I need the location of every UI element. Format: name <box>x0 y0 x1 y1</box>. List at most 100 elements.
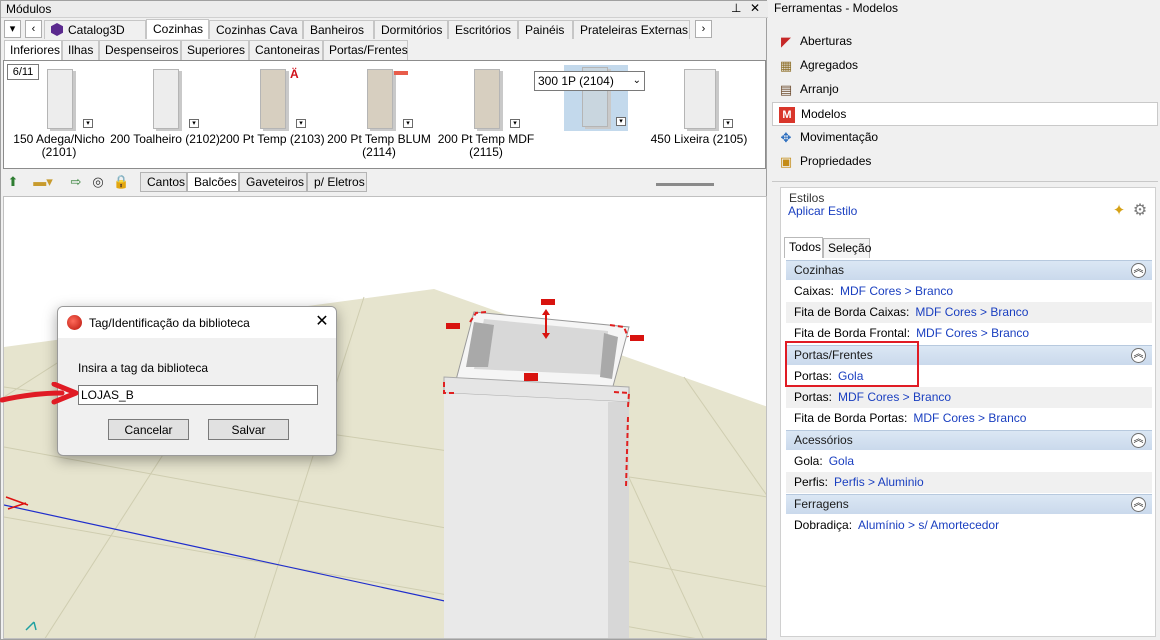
divider <box>772 181 1158 183</box>
gallery-item[interactable]: ▾ 150 Adega/Nicho (2101) <box>4 65 114 165</box>
tab-dormitorios[interactable]: Dormitórios <box>374 20 448 39</box>
tab-selecao[interactable]: Seleção <box>823 238 871 258</box>
arranjo-icon: ▤ <box>779 82 793 97</box>
tab-portas-frentes[interactable]: Portas/Frentes <box>323 40 408 60</box>
tab-despenseiros[interactable]: Despenseiros <box>99 40 181 60</box>
dialog-label: Insira a tag da biblioteca <box>78 361 209 375</box>
cabinet-thumbnail: ▾ <box>461 67 520 131</box>
cabinet-thumbnail: ▾ <box>354 67 413 131</box>
ruler-icon[interactable]: ▬▾ <box>31 174 55 190</box>
collapse-icon[interactable]: ︽ <box>1131 348 1146 363</box>
section-cozinhas[interactable]: Cozinhas ︽ <box>786 260 1152 280</box>
app-icon <box>67 315 82 330</box>
tool-modelos[interactable]: M Modelos <box>772 102 1158 126</box>
catalog-tabs: ▾ ‹ Catalog3D Cozinhas Cozinhas Cava Ban… <box>1 19 768 39</box>
catalog3d-icon <box>51 23 63 36</box>
dropdown-icon[interactable]: ▾ <box>510 119 520 128</box>
property-row[interactable]: Caixas: MDF Cores > Branco <box>786 281 1152 302</box>
dropdown-icon[interactable]: ▾ <box>189 119 199 128</box>
modules-panel-titlebar: Módulos ⊥ ✕ <box>1 1 768 18</box>
tab-banheiros[interactable]: Banheiros <box>303 20 374 39</box>
collapse-icon[interactable]: ︽ <box>1131 497 1146 512</box>
tab-cozinhas-cava[interactable]: Cozinhas Cava <box>209 20 303 39</box>
property-row[interactable]: Fita de Borda Portas: MDF Cores > Branco <box>786 408 1152 429</box>
tab-balcoes[interactable]: Balcões <box>187 172 239 192</box>
collapse-icon[interactable]: ︽ <box>1131 433 1146 448</box>
gallery-item[interactable]: ▾ 200 Pt Temp MDF (2115) <box>431 65 541 165</box>
cabinet-thumbnail: ▾ <box>674 67 733 131</box>
tab-cantoneiras[interactable]: Cantoneiras <box>249 40 323 60</box>
agregados-icon: ▦ <box>779 58 793 73</box>
styles-panel: Estilos Aplicar Estilo ✦ ⚙ Todos Seleção… <box>780 187 1156 637</box>
module-select[interactable]: 300 1P (2104) ⌄ <box>534 71 645 91</box>
tab-scroll-left-icon[interactable]: ‹ <box>25 20 42 38</box>
property-row[interactable]: Fita de Borda Caixas: MDF Cores > Branco <box>786 302 1152 323</box>
cabinet-model[interactable] <box>443 311 630 639</box>
annotation-highlight-box <box>785 341 919 387</box>
tool-propriedades[interactable]: ▣ Propriedades <box>772 150 1158 174</box>
property-row[interactable]: Portas: MDF Cores > Branco <box>786 387 1152 408</box>
apply-style-link[interactable]: Aplicar Estilo <box>788 204 857 218</box>
gear-icon[interactable]: ⚙ <box>1131 202 1149 220</box>
tab-escritorios[interactable]: Escritórios <box>448 20 518 39</box>
binoculars-icon[interactable]: ◎ <box>90 174 106 190</box>
tools-panel: Ferramentas - Modelos ◤ Aberturas ▦ Agrega… <box>768 0 1160 640</box>
tab-paineis[interactable]: Painéis <box>518 20 573 39</box>
brand-logo-icon <box>394 71 408 75</box>
upload-icon[interactable]: ⬆ <box>5 174 21 190</box>
gallery-item[interactable]: Ä ▾ 200 Pt Temp (2103) <box>217 65 327 165</box>
collapse-icon[interactable]: ︽ <box>1131 263 1146 278</box>
tab-todos[interactable]: Todos <box>784 237 823 258</box>
tag-input[interactable] <box>78 385 318 405</box>
tool-arranjo[interactable]: ▤ Arranjo <box>772 78 1158 102</box>
viewport-toolbar: ⬆ ▬▾ ⇨ ◎ 🔒 Cantos Balcões Gaveteiros p/ … <box>1 171 768 193</box>
tag-dialog: Tag/Identificação da biblioteca ✕ Insira… <box>57 306 337 456</box>
tab-ilhas[interactable]: Ilhas <box>62 40 99 60</box>
tab-cozinhas[interactable]: Cozinhas <box>146 19 209 39</box>
gallery-item[interactable]: ▾ 200 Toalheiro (2102) <box>110 65 220 165</box>
horizontal-scrollbar[interactable] <box>656 183 714 186</box>
tab-p-eletros[interactable]: p/ Eletros <box>307 172 367 192</box>
tab-prateleiras-externas[interactable]: Prateleiras Externas <box>573 20 690 39</box>
dropdown-icon[interactable]: ▾ <box>296 119 306 128</box>
section-acessorios[interactable]: Acessórios ︽ <box>786 430 1152 450</box>
save-button[interactable]: Salvar <box>208 419 289 440</box>
dropdown-icon[interactable]: ▾ <box>83 119 93 128</box>
close-icon[interactable]: ✕ <box>312 312 332 332</box>
property-row[interactable]: Dobradiça: Alumínio > s/ Amortecedor <box>786 515 1152 536</box>
tab-gaveteiros[interactable]: Gaveteiros <box>239 172 307 192</box>
dropdown-icon[interactable]: ▾ <box>723 119 733 128</box>
tab-scroll-right-icon[interactable]: › <box>695 20 712 38</box>
dialog-titlebar: Tag/Identificação da biblioteca ✕ <box>58 307 336 338</box>
cabinet-thumbnail: ▾ <box>140 67 199 131</box>
tool-movimentacao[interactable]: ✥ Movimentação <box>772 126 1158 150</box>
section-ferragens[interactable]: Ferragens ︽ <box>786 494 1152 514</box>
lock-icon[interactable]: 🔒 <box>113 174 129 190</box>
import-icon[interactable]: ⇨ <box>68 174 84 190</box>
cabinet-thumbnail: Ä ▾ <box>247 67 306 131</box>
tab-cantos[interactable]: Cantos <box>140 172 187 192</box>
cancel-button[interactable]: Cancelar <box>108 419 189 440</box>
pin-icon[interactable]: ⊥ <box>731 1 741 15</box>
movimentacao-icon: ✥ <box>780 130 792 145</box>
gallery-item[interactable]: ▾ 450 Lixeira (2105) <box>644 65 754 165</box>
tool-aberturas[interactable]: ◤ Aberturas <box>772 30 1158 54</box>
tab-inferiores[interactable]: Inferiores <box>4 40 62 60</box>
tab-superiores[interactable]: Superiores <box>181 40 249 60</box>
gallery-item[interactable]: ▾ 200 Pt Temp BLUM (2114) <box>324 65 434 165</box>
tool-agregados[interactable]: ▦ Agregados <box>772 54 1158 78</box>
modules-panel-title: Módulos <box>6 2 52 16</box>
module-gallery: 6/11 ▾ 150 Adega/Nicho (2101) ▾ 200 Toalh… <box>3 60 766 169</box>
new-style-icon[interactable]: ✦ <box>1110 202 1128 220</box>
modelos-icon: M <box>779 107 795 123</box>
dropdown-icon[interactable]: ▾ <box>403 119 413 128</box>
property-row[interactable]: Perfis: Perfis > Aluminio <box>786 472 1152 493</box>
tab-scroll-up-icon[interactable]: ▾ <box>4 20 21 38</box>
tab-catalog3d[interactable]: Catalog3D <box>44 20 146 39</box>
property-row[interactable]: Gola: Gola <box>786 451 1152 472</box>
styles-label: Estilos <box>789 191 825 205</box>
brand-logo-icon: Ä <box>290 67 299 81</box>
dropdown-icon[interactable]: ▾ <box>616 117 626 126</box>
close-icon[interactable]: ✕ <box>750 1 760 15</box>
dialog-title: Tag/Identificação da biblioteca <box>89 316 250 330</box>
